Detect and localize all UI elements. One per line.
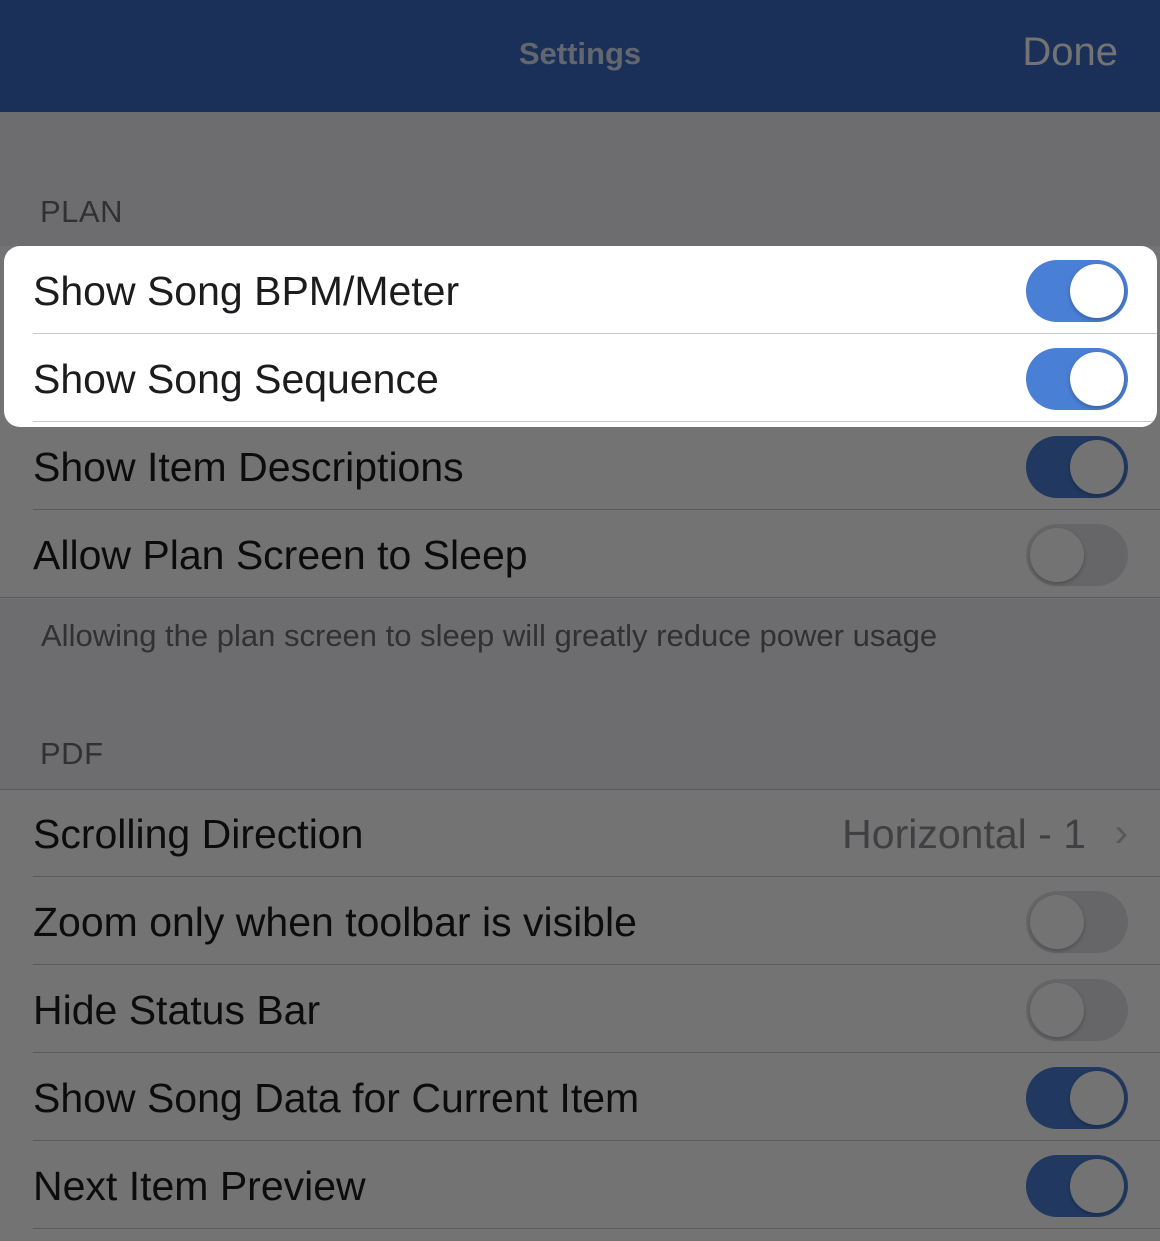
done-button[interactable]: Done [1022,30,1118,75]
row-label: Show Item Descriptions [33,444,464,490]
row-show-song-sequence: Show Song Sequence [4,334,1157,422]
separator [0,597,1160,598]
show-song-sequence-toggle[interactable] [1026,348,1128,410]
toggle-knob [1030,528,1084,582]
page-title: Settings [518,36,642,71]
row-label: Scrolling Direction [33,811,364,857]
row-show-item-descriptions: Show Item Descriptions [0,422,1160,510]
nav-bar: Settings Done [0,0,1160,112]
show-song-data-current-item-toggle[interactable] [1026,1067,1128,1129]
show-song-bpm-meter-toggle[interactable] [1026,260,1128,322]
scrolling-direction-value: Horizontal - 1 [842,811,1086,857]
row-label: Show Song BPM/Meter [33,268,460,314]
allow-plan-screen-sleep-toggle[interactable] [1026,524,1128,586]
row-allow-plan-screen-sleep: Allow Plan Screen to Sleep [0,510,1160,598]
toggle-knob [1070,440,1124,494]
toggle-knob [1030,983,1084,1037]
row-show-song-data-current-item: Show Song Data for Current Item [0,1053,1160,1141]
row-label: Allow Plan Screen to Sleep [33,532,528,578]
row-zoom-only-toolbar-visible: Zoom only when toolbar is visible [0,877,1160,965]
toggle-knob [1030,895,1084,949]
separator [33,1228,1160,1229]
toggle-knob [1070,1159,1124,1213]
row-scrolling-direction[interactable]: Scrolling Direction Horizontal - 1 › [0,789,1160,877]
row-label: Zoom only when toolbar is visible [33,899,637,945]
next-item-preview-toggle[interactable] [1026,1155,1128,1217]
hide-status-bar-toggle[interactable] [1026,979,1128,1041]
row-label: Hide Status Bar [33,987,321,1033]
section-header-pdf: PDF [40,736,104,771]
chevron-right-icon: › [1114,811,1128,855]
row-label: Show Song Sequence [33,356,439,402]
plan-footnote: Allowing the plan screen to sleep will g… [41,618,938,653]
toggle-knob [1070,1071,1124,1125]
show-item-descriptions-toggle[interactable] [1026,436,1128,498]
row-label: Show Song Data for Current Item [33,1075,640,1121]
row-next-item-preview: Next Item Preview [0,1141,1160,1229]
row-label: Next Item Preview [33,1163,366,1209]
zoom-only-toolbar-visible-toggle[interactable] [1026,891,1128,953]
section-header-plan: PLAN [40,194,123,229]
row-hide-status-bar: Hide Status Bar [0,965,1160,1053]
separator [33,421,1157,422]
highlighted-rows: Show Song BPM/Meter Show Song Sequence [4,246,1157,427]
row-show-song-bpm-meter: Show Song BPM/Meter [4,246,1157,334]
toggle-knob [1070,264,1124,318]
toggle-knob [1070,352,1124,406]
